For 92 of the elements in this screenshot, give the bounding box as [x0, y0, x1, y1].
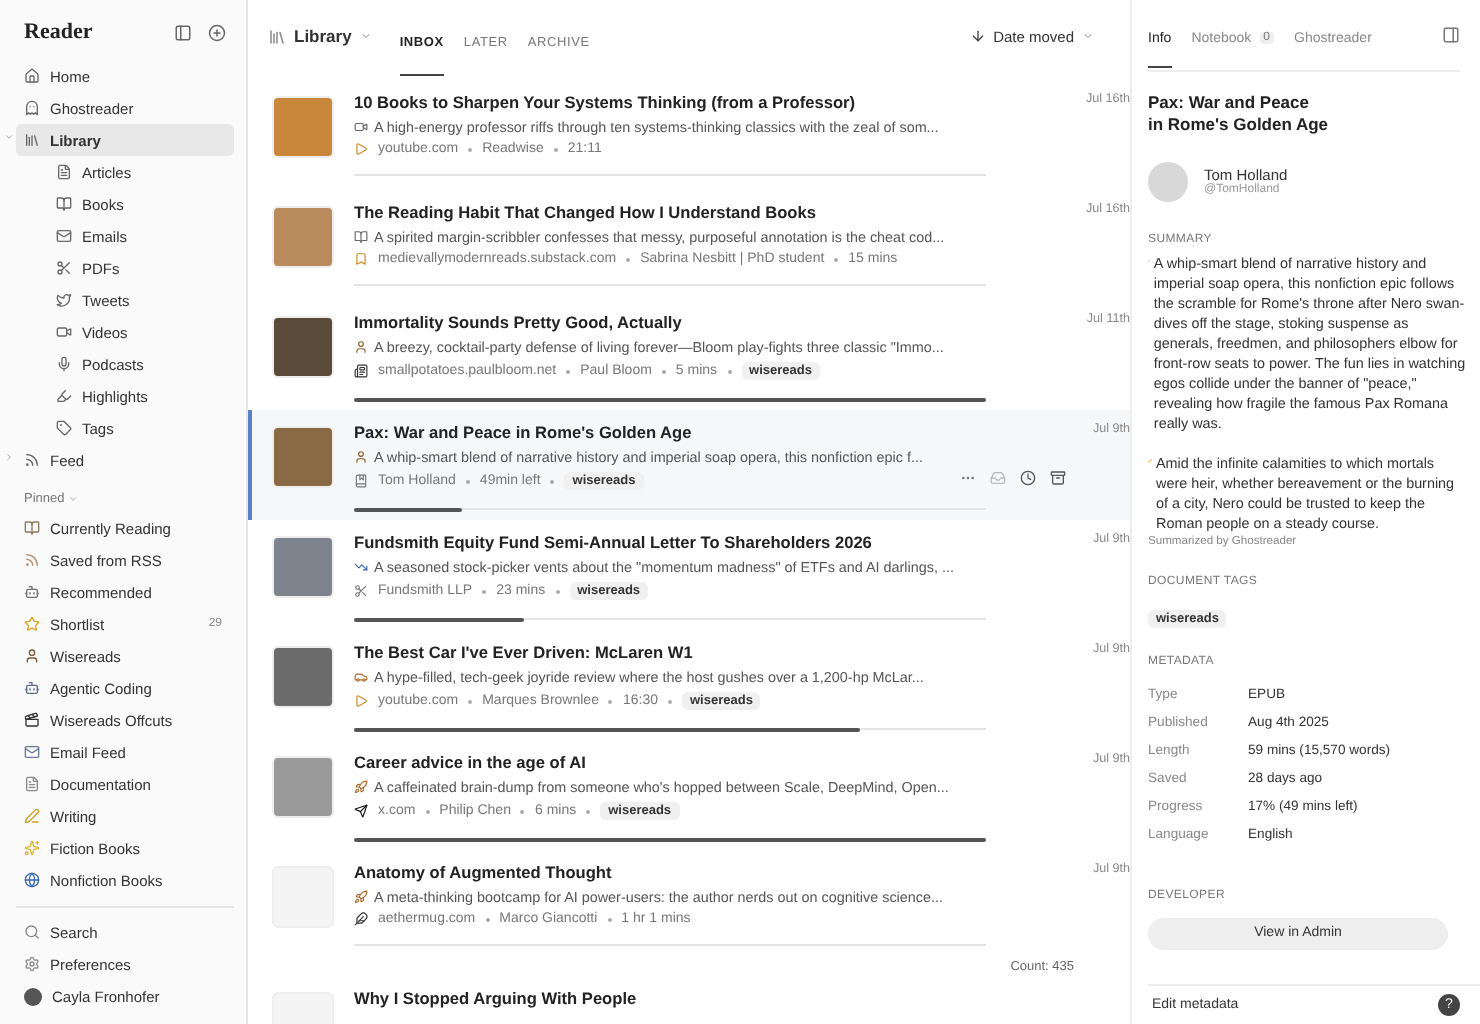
- caret-icon: [4, 132, 14, 142]
- separator-dot: [485, 917, 490, 921]
- rocket-icon: [354, 780, 368, 794]
- bookmark-icon: [354, 252, 368, 266]
- separator-dot: [465, 479, 470, 483]
- document-title: Why I Stopped Arguing With People: [354, 988, 637, 1008]
- separator-dot: [553, 147, 558, 151]
- video-icon: [56, 324, 72, 340]
- library-icon: [268, 27, 286, 45]
- pen-icon: [24, 808, 40, 824]
- separator-dot: [468, 699, 473, 703]
- scissors-icon: [56, 260, 72, 276]
- mail-icon: [56, 228, 72, 244]
- highlighter-icon: [56, 388, 72, 404]
- add-icon: [208, 23, 226, 41]
- car-icon: [354, 670, 368, 684]
- document-title: The Reading Habit That Changed How I Understand Books: [354, 202, 816, 222]
- bird-icon: [56, 292, 72, 308]
- document-title: Immortality Sounds Pretty Good, Actually: [354, 312, 682, 332]
- clock-icon: [1020, 470, 1036, 486]
- separator-dot: [626, 257, 631, 261]
- archive-icon: [1050, 470, 1066, 486]
- photo-placeholder: [272, 646, 334, 708]
- separator-dot: [727, 369, 732, 373]
- separator-dot: [555, 589, 560, 593]
- inbox-icon: [990, 470, 1006, 486]
- photo-placeholder: [272, 96, 334, 158]
- book-icon: [24, 520, 40, 536]
- feather-icon: [354, 912, 368, 926]
- separator-dot: [566, 369, 571, 373]
- caret-icon: [359, 30, 372, 42]
- newspaper-icon: [354, 364, 368, 378]
- avatar-icon: [24, 987, 42, 1005]
- document-icon: [24, 776, 40, 792]
- book-icon: [56, 196, 72, 212]
- photo-placeholder: [272, 756, 334, 818]
- video-icon: [354, 120, 368, 134]
- robot-icon: [24, 680, 40, 696]
- separator-dot: [834, 257, 839, 261]
- photo-placeholder: [272, 206, 334, 268]
- document-title: Pax: War and Peace in Rome's Golden Age: [1148, 92, 1331, 138]
- sidebar-toggle-icon: [174, 23, 192, 41]
- microphone-icon: [56, 356, 72, 372]
- mail-icon: [24, 744, 40, 760]
- photo-placeholder: [272, 316, 334, 378]
- document-title: Anatomy of Augmented Thought: [354, 862, 612, 882]
- ghost-icon: [24, 100, 40, 116]
- document-row[interactable]: Why I Stopped Arguing With People: [248, 976, 1130, 1024]
- caret-icon: [68, 494, 79, 504]
- scissors-icon: [354, 584, 368, 598]
- home-icon: [24, 68, 40, 84]
- search-icon: [24, 924, 40, 940]
- rss-icon: [24, 452, 40, 468]
- avatar-icon: [1148, 161, 1188, 202]
- separator-dot: [608, 699, 613, 703]
- panel-toggle-icon: [1442, 26, 1460, 44]
- book-icon: [354, 474, 368, 488]
- separator-dot: [425, 809, 430, 813]
- separator-dot: [520, 809, 525, 813]
- view-title[interactable]: Library: [294, 26, 352, 46]
- play-icon: [354, 142, 368, 156]
- separator-dot: [550, 479, 555, 483]
- rocket-icon: [354, 890, 368, 904]
- globe-icon: [24, 872, 40, 888]
- document-title: 10 Books to Sharpen Your Systems Thinking (from a Professor): [354, 92, 855, 112]
- book-icon: [354, 230, 368, 244]
- document-icon: [56, 164, 72, 180]
- separator-dot: [661, 369, 666, 373]
- settings-icon: [24, 956, 40, 972]
- photo-placeholder: [272, 536, 334, 598]
- document-title: Career advice in the age of AI: [354, 752, 586, 772]
- document-title: Pax: War and Peace in Rome's Golden Age: [354, 422, 692, 442]
- separator-dot: [607, 917, 612, 921]
- separator-dot: [468, 147, 473, 151]
- rss-icon: [24, 552, 40, 568]
- robot-icon: [24, 584, 40, 600]
- separator-dot: [668, 699, 672, 703]
- play-icon: [354, 694, 368, 708]
- tag-icon: [56, 420, 72, 436]
- star-icon: [24, 616, 40, 632]
- library-icon: [24, 132, 40, 148]
- caret-icon: [4, 452, 14, 462]
- separator-dot: [586, 809, 591, 813]
- document-title: The Best Car I've Ever Driven: McLaren W1: [354, 642, 693, 662]
- separator-dot: [482, 589, 487, 593]
- photo-placeholder: [272, 426, 334, 488]
- chart-icon: [354, 560, 368, 574]
- app-title: Reader: [24, 20, 93, 44]
- document-title: Fundsmith Equity Fund Semi-Annual Letter To Shareholders 2026: [354, 532, 872, 552]
- caret-icon: [1082, 30, 1094, 42]
- clapperboard-icon: [24, 712, 40, 728]
- arrow-down-icon: [969, 28, 986, 44]
